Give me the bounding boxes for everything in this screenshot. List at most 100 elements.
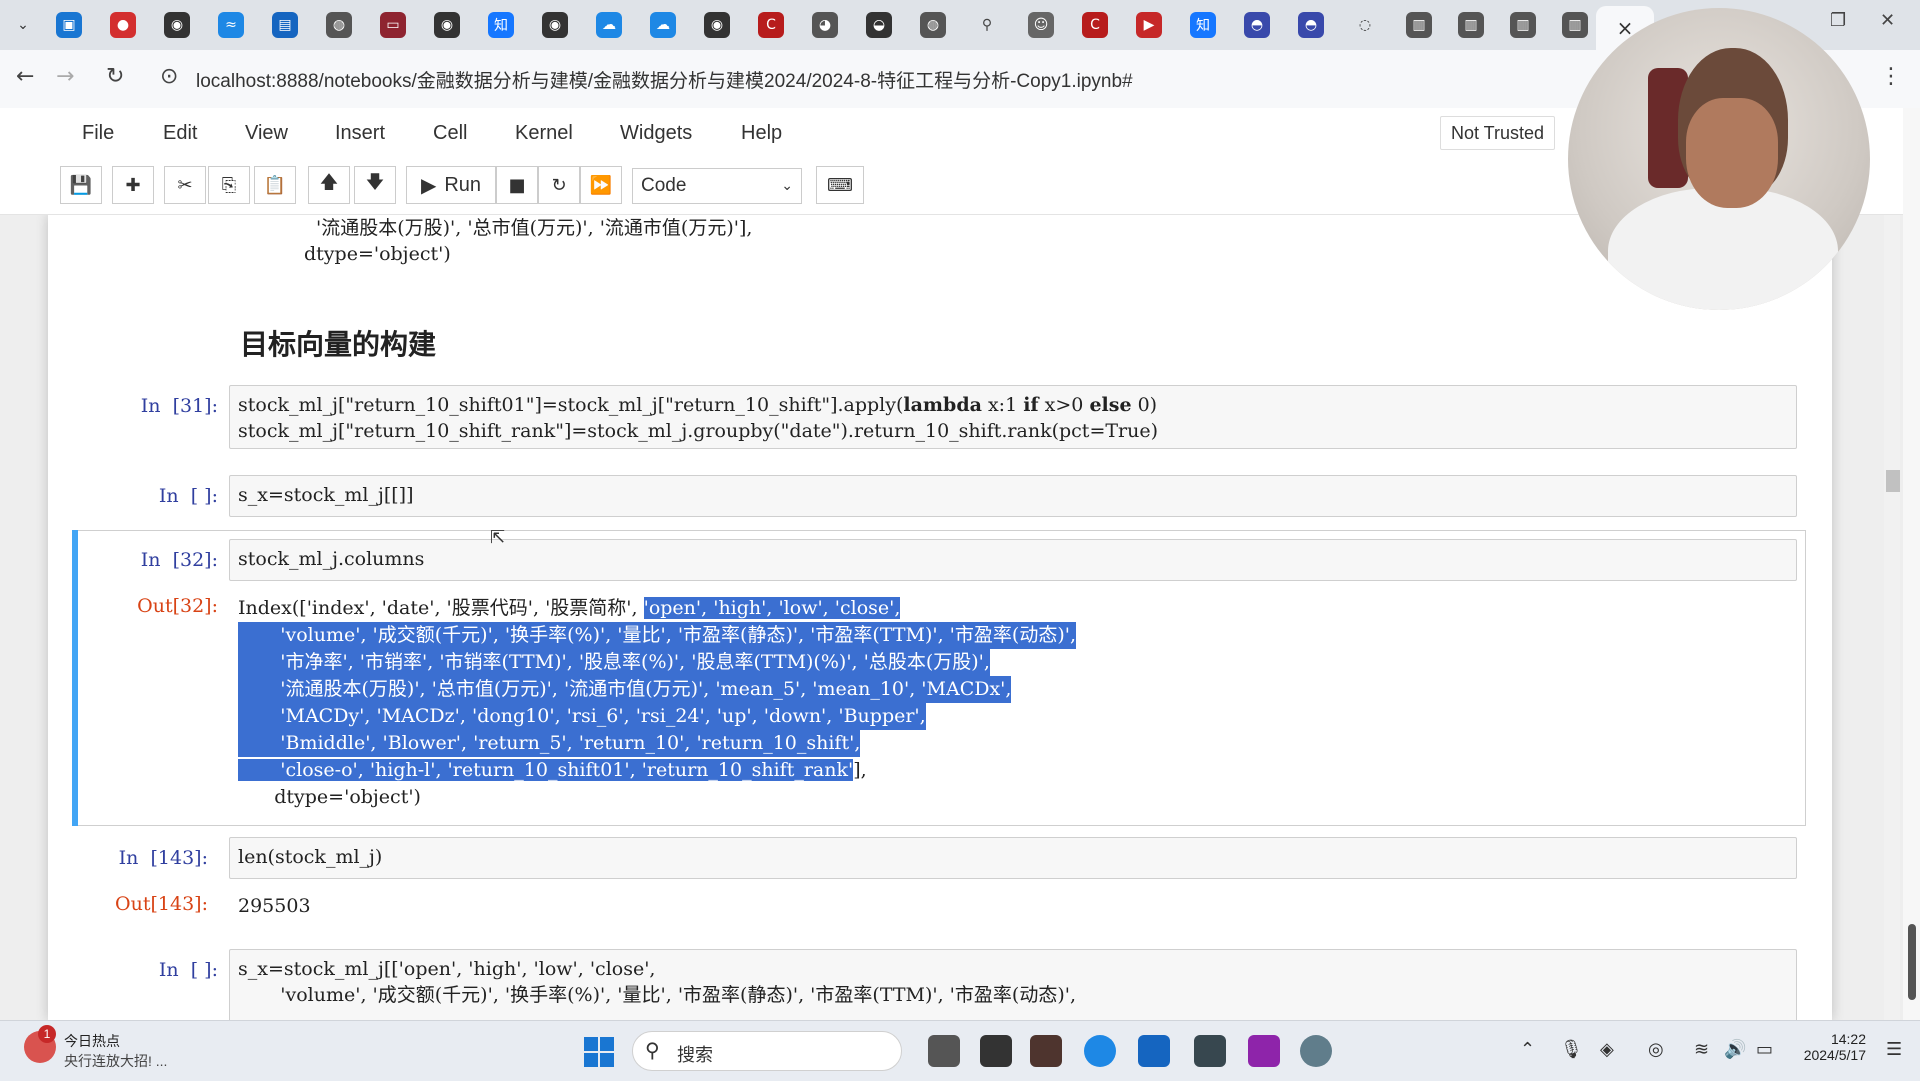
- cell-32-input[interactable]: stock_ml_j.columns: [229, 539, 1797, 581]
- menu-help[interactable]: Help: [741, 122, 782, 145]
- taskbar-app-terminal-icon[interactable]: [1194, 1035, 1226, 1067]
- restart-icon[interactable]: ↻: [538, 166, 580, 204]
- tab-favicon-github-icon-3[interactable]: ◉: [542, 12, 568, 38]
- cell-143-input[interactable]: len(stock_ml_j): [229, 837, 1797, 879]
- move-down-icon[interactable]: 🡇: [354, 166, 396, 204]
- tab-favicon-book-icon-4[interactable]: ▥: [1562, 12, 1588, 38]
- interrupt-icon[interactable]: ■: [496, 166, 538, 204]
- save-icon[interactable]: 💾: [60, 166, 102, 204]
- notifications-icon[interactable]: ☰: [1886, 1039, 1902, 1060]
- close-window-icon[interactable]: ✕: [1880, 10, 1895, 31]
- insert-cell-icon[interactable]: ✚: [112, 166, 154, 204]
- menu-insert[interactable]: Insert: [335, 122, 385, 145]
- menu-file[interactable]: File: [82, 122, 114, 145]
- tab-favicon-1[interactable]: ▣: [56, 12, 82, 38]
- menu-widgets[interactable]: Widgets: [620, 122, 692, 145]
- tab-favicon-5[interactable]: ◍: [326, 12, 352, 38]
- tab-favicon-book-icon-2[interactable]: ▥: [1458, 12, 1484, 38]
- taskbar-app-1[interactable]: [928, 1035, 960, 1067]
- taskbar-app-3[interactable]: [1030, 1035, 1062, 1067]
- taskbar-app-5[interactable]: [1138, 1035, 1170, 1067]
- tab-favicon-7[interactable]: ◕: [812, 12, 838, 38]
- tray-app-icon[interactable]: ◈: [1600, 1039, 1614, 1060]
- news-title[interactable]: 今日热点: [64, 1031, 120, 1051]
- tab-favicon-zhihu-icon-2[interactable]: 知: [1190, 12, 1216, 38]
- taskbar-search[interactable]: ⚲ 搜索: [632, 1031, 902, 1071]
- site-info-icon[interactable]: ⊙: [160, 64, 178, 89]
- battery-icon[interactable]: ▭: [1756, 1039, 1773, 1060]
- tab-favicon-14[interactable]: ◓: [1298, 12, 1324, 38]
- output-selection-last: 'close-o', 'high-l', 'return_10_shift01'…: [238, 759, 854, 781]
- menu-edit[interactable]: Edit: [163, 122, 197, 145]
- tab-favicon-4[interactable]: ▤: [272, 12, 298, 38]
- tab-favicon-c-icon-2[interactable]: C: [1082, 12, 1108, 38]
- page-scroll-thumb[interactable]: [1908, 924, 1916, 1000]
- taskbar-clock[interactable]: 14:22 2024/5/17: [1796, 1031, 1866, 1063]
- tab-favicon-book-icon-3[interactable]: ▥: [1510, 12, 1536, 38]
- cut-icon[interactable]: ✂: [164, 166, 206, 204]
- taskbar-app-2[interactable]: [980, 1035, 1012, 1067]
- forward-icon[interactable]: →: [56, 64, 74, 89]
- notebook-scroll-thumb[interactable]: [1886, 470, 1900, 492]
- tray-chevron-icon[interactable]: ⌃: [1520, 1039, 1535, 1060]
- page-scrollbar[interactable]: [1903, 108, 1920, 1020]
- tab-favicon-9[interactable]: ◍: [920, 12, 946, 38]
- tab-favicon-11[interactable]: ☺: [1028, 12, 1054, 38]
- news-subtitle[interactable]: 央行连放大招! ...: [64, 1051, 167, 1071]
- menu-view[interactable]: View: [245, 122, 288, 145]
- move-up-icon[interactable]: 🡅: [308, 166, 350, 204]
- run-play-icon: ▶: [420, 173, 437, 197]
- tab-favicon-zhihu-icon[interactable]: 知: [488, 12, 514, 38]
- output-line-7: 'close-o', 'high-l', 'return_10_shift01'…: [238, 759, 867, 781]
- tab-favicon-10[interactable]: ⚲: [974, 12, 1000, 38]
- trust-status-button[interactable]: Not Trusted: [1440, 116, 1556, 150]
- cell-empty-input[interactable]: s_x=stock_ml_j[[]]: [229, 475, 1797, 517]
- tab-favicon-github-icon-2[interactable]: ◉: [434, 12, 460, 38]
- notebook-area[interactable]: '流通股本(万股)', '总市值(万元)', '流通市值(万元)'], dtyp…: [0, 215, 1920, 1020]
- tab-favicon-8[interactable]: ◒: [866, 12, 892, 38]
- run-button[interactable]: ▶ Run: [406, 166, 496, 204]
- cell-31-input[interactable]: stock_ml_j["return_10_shift01"]=stock_ml…: [229, 385, 1797, 449]
- tab-favicon-13[interactable]: ◓: [1244, 12, 1270, 38]
- tray-app-icon-2[interactable]: ◎: [1648, 1039, 1664, 1060]
- tray-mic-icon[interactable]: 🎙: [1560, 1039, 1583, 1060]
- copy-icon[interactable]: ⎘: [208, 166, 250, 204]
- taskbar-app-8[interactable]: [1300, 1035, 1332, 1067]
- tab-favicon-12[interactable]: ▶: [1136, 12, 1162, 38]
- tab-favicon-2[interactable]: ●: [110, 12, 136, 38]
- tab-favicon-loading-icon[interactable]: ◌: [1352, 12, 1378, 38]
- restart-run-all-icon[interactable]: ⏩: [580, 166, 622, 204]
- cell-143-code: len(stock_ml_j): [238, 846, 383, 868]
- tab-favicon-c-icon[interactable]: C: [758, 12, 784, 38]
- tab-list-icon[interactable]: ⌄: [10, 12, 36, 38]
- output-line-6: 'Bmiddle', 'Blower', 'return_5', 'return…: [238, 730, 861, 757]
- tab-favicon-cloud-icon[interactable]: ☁: [596, 12, 622, 38]
- webcam-overlay: [1568, 8, 1870, 310]
- back-icon[interactable]: ←: [16, 64, 34, 89]
- taskbar-app-7[interactable]: [1248, 1035, 1280, 1067]
- taskbar-app-chrome-icon[interactable]: [1084, 1035, 1116, 1067]
- mouse-cursor-icon: ⇱: [490, 527, 506, 548]
- wifi-icon[interactable]: ≋: [1694, 1039, 1709, 1060]
- tab-favicon-3[interactable]: ≈: [218, 12, 244, 38]
- tab-favicon-book-icon[interactable]: ▥: [1406, 12, 1432, 38]
- keyboard-shortcuts-icon[interactable]: ⌨: [816, 166, 864, 204]
- paste-icon[interactable]: 📋: [254, 166, 296, 204]
- windows-start-icon[interactable]: [584, 1037, 614, 1067]
- cell-type-select[interactable]: Code ⌄: [632, 168, 802, 204]
- output-dtype: dtype='object'): [238, 786, 421, 808]
- menu-kernel[interactable]: Kernel: [515, 122, 573, 145]
- browser-menu-icon[interactable]: ⋮: [1880, 64, 1902, 89]
- notebook-scrollbar[interactable]: [1884, 215, 1900, 1020]
- menu-cell[interactable]: Cell: [433, 122, 467, 145]
- cell-32-code: stock_ml_j.columns: [238, 548, 425, 570]
- url-field[interactable]: localhost:8888/notebooks/金融数据分析与建模/金融数据分…: [196, 66, 1133, 93]
- restore-window-icon[interactable]: ❐: [1830, 10, 1846, 31]
- tab-favicon-cloud-icon-2[interactable]: ☁: [650, 12, 676, 38]
- volume-icon[interactable]: 🔊: [1724, 1039, 1746, 1060]
- tab-favicon-6[interactable]: ▭: [380, 12, 406, 38]
- reload-icon[interactable]: ↻: [106, 64, 124, 89]
- tab-favicon-github-icon-4[interactable]: ◉: [704, 12, 730, 38]
- cell-last-input[interactable]: s_x=stock_ml_j[['open', 'high', 'low', '…: [229, 949, 1797, 1020]
- tab-favicon-github-icon[interactable]: ◉: [164, 12, 190, 38]
